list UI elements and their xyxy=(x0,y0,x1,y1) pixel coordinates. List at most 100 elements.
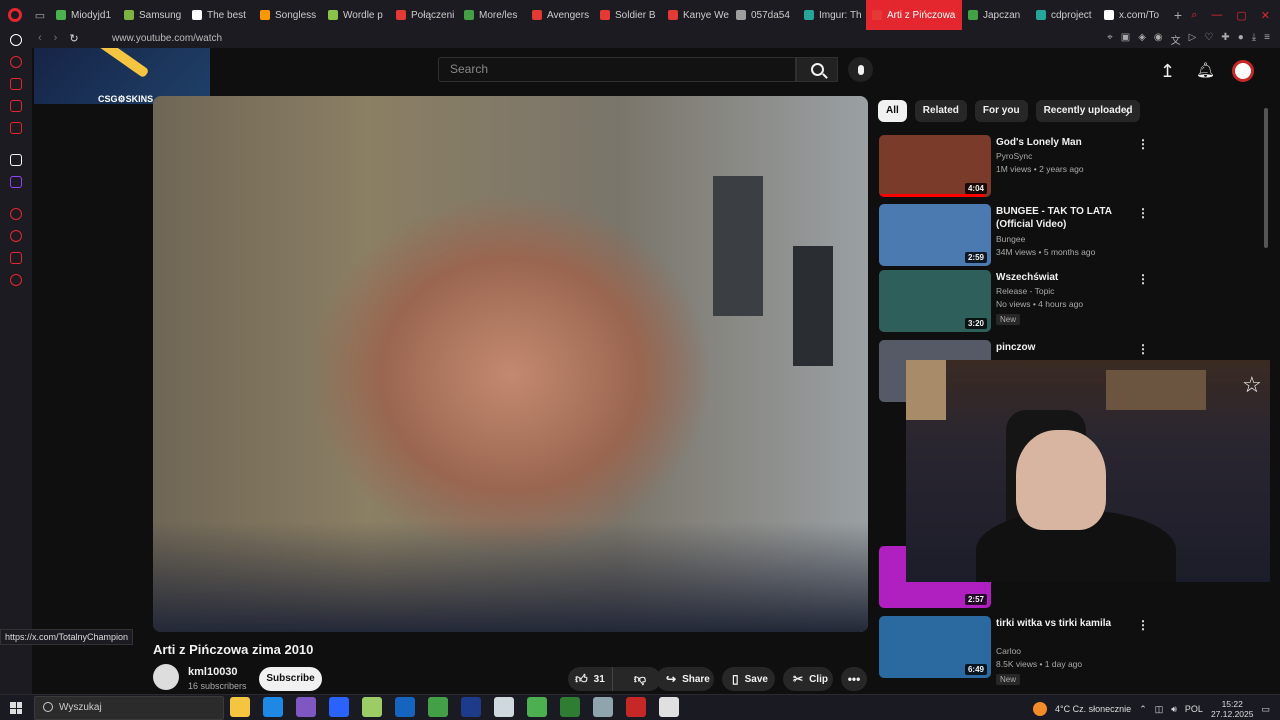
search-button[interactable] xyxy=(796,57,838,82)
search-input[interactable]: Search xyxy=(438,57,796,82)
taskbar-app-icon[interactable] xyxy=(428,697,448,717)
weather-icon[interactable] xyxy=(1033,702,1048,716)
voice-search-button[interactable] xyxy=(848,57,873,82)
like-button[interactable]: 👍︎ 31 xyxy=(568,667,613,691)
more-vertical-icon[interactable]: ⋮ xyxy=(1137,272,1149,286)
workspaces-icon[interactable]: ▭ xyxy=(30,0,50,30)
browser-tab[interactable]: x.com/To xyxy=(1098,0,1166,30)
account-icon[interactable]: ● xyxy=(1238,32,1244,47)
account-avatar[interactable] xyxy=(1232,60,1254,82)
taskbar-app-icon[interactable] xyxy=(626,697,646,717)
chevron-right-icon[interactable]: › xyxy=(1125,104,1130,120)
taskbar-app-icon[interactable] xyxy=(395,697,415,717)
recommended-title[interactable]: tirki witka vs tirki kamila xyxy=(996,617,1136,630)
volume-icon[interactable]: 🔊︎ xyxy=(1171,704,1177,715)
browser-tab[interactable]: Połączeni xyxy=(390,0,458,30)
clock[interactable]: 15:22 27.12.2025 xyxy=(1211,699,1254,719)
recommended-video[interactable]: 2:59 BUNGEE - TAK TO LATA (Official Video… xyxy=(879,204,1269,268)
video-thumbnail[interactable]: 2:59 xyxy=(879,204,991,266)
video-thumbnail[interactable]: 3:20 xyxy=(879,270,991,332)
taskbar-app-icon[interactable] xyxy=(362,697,382,717)
browser-tab[interactable]: Soldier B xyxy=(594,0,662,30)
twitch-icon[interactable] xyxy=(10,176,22,188)
recommended-title[interactable]: Wszechświat xyxy=(996,271,1136,284)
extensions-icon[interactable] xyxy=(10,252,22,264)
subscribe-button[interactable]: Subscribe xyxy=(259,667,322,691)
recommended-video[interactable]: 3:20 Wszechświat Release - Topic No views •… xyxy=(879,270,1269,334)
dislike-button[interactable]: 👎︎ xyxy=(619,667,661,691)
filter-chip[interactable]: Related xyxy=(914,100,967,122)
player-icon[interactable] xyxy=(10,208,22,220)
taskbar-app-icon[interactable] xyxy=(527,697,547,717)
new-tab-button[interactable]: + xyxy=(1166,7,1190,23)
more-vertical-icon[interactable]: ⋮ xyxy=(1137,618,1149,632)
taskbar-app-icon[interactable] xyxy=(560,697,580,717)
forward-icon[interactable]: › xyxy=(54,32,58,45)
recommended-channel[interactable]: Bungee xyxy=(996,234,1025,244)
browser-tab[interactable]: cdproject xyxy=(1030,0,1098,30)
video-player[interactable] xyxy=(153,96,868,632)
snapshot-icon[interactable]: ▣ xyxy=(1121,32,1130,47)
history-icon[interactable] xyxy=(10,230,22,242)
recommended-video[interactable]: 4:04 God's Lonely Man PyroSync 1M views • 2… xyxy=(879,135,1269,199)
scrollbar[interactable] xyxy=(1264,108,1268,248)
video-thumbnail[interactable]: 6:49 xyxy=(879,616,991,678)
taskbar-app-icon[interactable] xyxy=(659,697,679,717)
easy-setup-icon[interactable]: ≡ xyxy=(1264,32,1270,47)
clip-button[interactable]: ✂ Clip xyxy=(783,667,833,691)
tab-search-icon[interactable]: ⌕ xyxy=(1191,9,1197,22)
browser-tab[interactable]: 057da54 xyxy=(730,0,798,30)
aria-icon[interactable] xyxy=(10,56,22,68)
more-vertical-icon[interactable]: ⋮ xyxy=(1137,342,1149,356)
recommended-title[interactable]: pinczow xyxy=(996,341,1136,354)
browser-tab[interactable]: Miodyjd1 xyxy=(50,0,118,30)
messenger-icon[interactable] xyxy=(10,100,22,112)
maximize-button[interactable]: ▢ xyxy=(1236,9,1246,22)
taskbar-app-icon[interactable] xyxy=(296,697,316,717)
video-thumbnail[interactable]: 4:04 xyxy=(879,135,991,197)
browser-tab[interactable]: Wordle p xyxy=(322,0,390,30)
notifications-bell-icon[interactable]: 🔔︎ xyxy=(1196,63,1215,79)
settings-icon[interactable] xyxy=(10,274,22,286)
opera-menu-button[interactable] xyxy=(0,0,30,30)
browser-tab[interactable]: Japczan xyxy=(962,0,1030,30)
refresh-icon[interactable]: ↻ xyxy=(69,32,78,45)
back-icon[interactable]: ‹ xyxy=(38,32,42,45)
recommended-title[interactable]: BUNGEE - TAK TO LATA (Official Video) xyxy=(996,205,1136,231)
recommended-channel[interactable]: PyroSync xyxy=(996,151,1032,161)
arc-icon[interactable] xyxy=(10,154,22,166)
notifications-icon[interactable]: ▭ xyxy=(1261,704,1270,715)
url-text[interactable]: www.youtube.com/watch xyxy=(112,33,222,44)
taskbar-app-icon[interactable] xyxy=(593,697,613,717)
puzzle-icon[interactable]: ✚ xyxy=(1221,32,1229,47)
taskbar-search[interactable]: Wyszukaj xyxy=(34,696,224,720)
browser-tab[interactable]: Arti z Pińczowa xyxy=(866,0,962,30)
browser-tab[interactable]: Avengers xyxy=(526,0,594,30)
browser-tab[interactable]: Imgur: Th xyxy=(798,0,866,30)
more-vertical-icon[interactable]: ⋮ xyxy=(1137,206,1149,220)
more-vertical-icon[interactable]: ⋮ xyxy=(1137,137,1149,151)
filter-chip[interactable]: All xyxy=(878,100,907,122)
gx-corner-icon[interactable] xyxy=(10,122,22,134)
reload-icon[interactable] xyxy=(10,34,22,46)
taskbar-app-icon[interactable] xyxy=(329,697,349,717)
taskbar-app-icon[interactable] xyxy=(494,697,514,717)
more-actions-button[interactable]: ••• xyxy=(841,667,867,691)
channel-avatar[interactable] xyxy=(153,664,179,690)
language-indicator[interactable]: POL xyxy=(1185,704,1203,714)
minimize-button[interactable]: — xyxy=(1211,9,1222,21)
tray-chevron-icon[interactable]: ⌃ xyxy=(1139,704,1147,715)
filter-chip[interactable]: For you xyxy=(974,100,1028,122)
channel-name[interactable]: kml10030 xyxy=(188,666,238,678)
network-icon[interactable]: ◫ xyxy=(1155,704,1164,715)
windows-start-icon[interactable] xyxy=(10,702,22,714)
recommended-title[interactable]: God's Lonely Man xyxy=(996,136,1136,149)
browser-tab[interactable]: Songless xyxy=(254,0,322,30)
recommended-channel[interactable]: Carloo xyxy=(996,646,1021,656)
vpn-icon[interactable]: ◉ xyxy=(1154,32,1163,47)
upload-icon[interactable] xyxy=(1160,63,1174,79)
shopping-icon[interactable] xyxy=(10,78,22,90)
browser-tab[interactable]: The best xyxy=(186,0,254,30)
taskbar-app-icon[interactable] xyxy=(461,697,481,717)
close-button[interactable]: ✕ xyxy=(1261,9,1270,22)
